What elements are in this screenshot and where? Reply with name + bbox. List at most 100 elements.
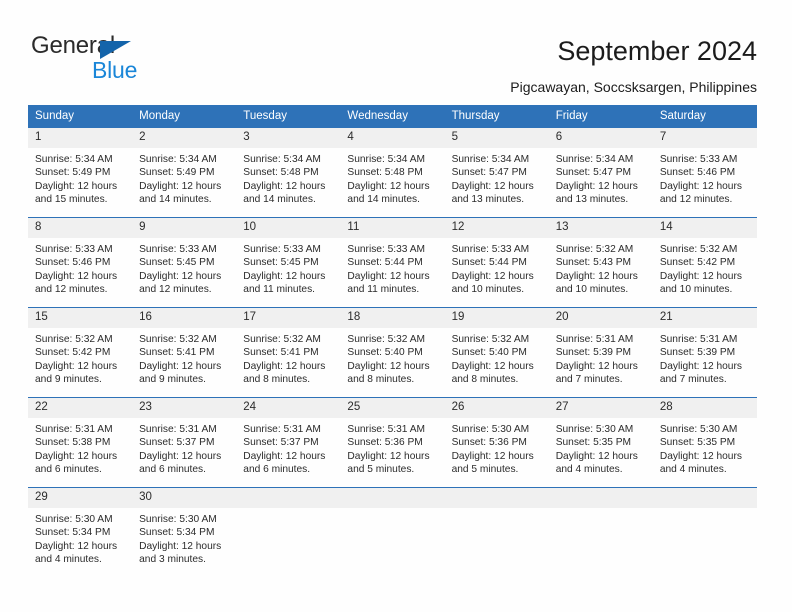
calendar-day-cell[interactable]: 2 Sunrise: 5:34 AM Sunset: 5:49 PM Dayli… — [132, 127, 237, 218]
sunset-text: Sunset: 5:37 PM — [139, 437, 215, 449]
day-number: 28 — [652, 398, 757, 418]
calendar-day-cell[interactable]: 9 Sunrise: 5:33 AM Sunset: 5:45 PM Dayli… — [132, 217, 237, 308]
calendar-week-row: 29 Sunrise: 5:30 AM Sunset: 5:34 PM Dayl… — [28, 487, 757, 577]
sunset-text: Sunset: 5:44 PM — [451, 257, 527, 269]
day-number: 5 — [444, 128, 549, 148]
daylight-text-line1: Daylight: 12 hours — [139, 450, 222, 462]
calendar-day-cell[interactable]: 7 Sunrise: 5:33 AM Sunset: 5:46 PM Dayli… — [652, 127, 757, 218]
day-number: 24 — [236, 398, 341, 418]
calendar-day-cell[interactable]: 23 Sunrise: 5:31 AM Sunset: 5:37 PM Dayl… — [132, 397, 237, 488]
day-info: Sunrise: 5:34 AM Sunset: 5:49 PM Dayligh… — [28, 148, 132, 206]
calendar-week-row: 15 Sunrise: 5:32 AM Sunset: 5:42 PM Dayl… — [28, 307, 757, 398]
sunset-text: Sunset: 5:48 PM — [347, 167, 423, 179]
weekday-header-monday: Monday — [132, 105, 237, 128]
sunset-text: Sunset: 5:45 PM — [139, 257, 215, 269]
sunrise-text: Sunrise: 5:32 AM — [347, 334, 426, 345]
sunrise-text: Sunrise: 5:34 AM — [139, 154, 217, 165]
day-info: Sunrise: 5:32 AM Sunset: 5:42 PM Dayligh… — [653, 238, 757, 296]
sunset-text: Sunset: 5:34 PM — [139, 527, 215, 539]
calendar-day-cell[interactable]: 28 Sunrise: 5:30 AM Sunset: 5:35 PM Dayl… — [652, 397, 757, 488]
calendar-day-cell[interactable]: 24 Sunrise: 5:31 AM Sunset: 5:37 PM Dayl… — [236, 397, 341, 488]
calendar-day-cell-empty — [236, 487, 341, 577]
sunset-text: Sunset: 5:37 PM — [243, 437, 319, 449]
calendar-day-cell[interactable]: 1 Sunrise: 5:34 AM Sunset: 5:49 PM Dayli… — [28, 127, 133, 218]
daylight-text-line2: and 14 minutes. — [139, 193, 212, 205]
calendar-day-cell[interactable]: 25 Sunrise: 5:31 AM Sunset: 5:36 PM Dayl… — [340, 397, 445, 488]
calendar-day-cell[interactable]: 13 Sunrise: 5:32 AM Sunset: 5:43 PM Dayl… — [548, 217, 653, 308]
weekday-header-thursday: Thursday — [444, 105, 549, 128]
calendar-day-cell[interactable]: 29 Sunrise: 5:30 AM Sunset: 5:34 PM Dayl… — [28, 487, 133, 577]
day-number — [548, 488, 653, 508]
day-info: Sunrise: 5:33 AM Sunset: 5:45 PM Dayligh… — [132, 238, 236, 296]
sunrise-text: Sunrise: 5:32 AM — [555, 244, 634, 255]
brand-logo: General Blue — [31, 32, 231, 88]
sunrise-text: Sunrise: 5:30 AM — [451, 424, 530, 435]
day-number: 16 — [132, 308, 237, 328]
calendar-day-cell[interactable]: 30 Sunrise: 5:30 AM Sunset: 5:34 PM Dayl… — [132, 487, 237, 577]
calendar-day-cell[interactable]: 11 Sunrise: 5:33 AM Sunset: 5:44 PM Dayl… — [340, 217, 445, 308]
sunrise-text: Sunrise: 5:31 AM — [243, 424, 321, 435]
daylight-text-line2: and 12 minutes. — [35, 283, 108, 295]
daylight-text-line2: and 5 minutes. — [347, 463, 415, 475]
calendar-day-cell[interactable]: 4 Sunrise: 5:34 AM Sunset: 5:48 PM Dayli… — [340, 127, 445, 218]
day-number — [652, 488, 757, 508]
day-number — [236, 488, 341, 508]
calendar-day-cell[interactable]: 18 Sunrise: 5:32 AM Sunset: 5:40 PM Dayl… — [340, 307, 445, 398]
day-info: Sunrise: 5:30 AM Sunset: 5:35 PM Dayligh… — [653, 418, 757, 476]
daylight-text-line2: and 9 minutes. — [35, 373, 102, 385]
daylight-text-line2: and 3 minutes. — [139, 553, 206, 565]
sunrise-text: Sunrise: 5:33 AM — [659, 154, 738, 165]
calendar-day-cell[interactable]: 15 Sunrise: 5:32 AM Sunset: 5:42 PM Dayl… — [28, 307, 133, 398]
sunset-text: Sunset: 5:36 PM — [347, 437, 423, 449]
sunrise-text: Sunrise: 5:32 AM — [659, 244, 738, 255]
day-info: Sunrise: 5:30 AM Sunset: 5:34 PM Dayligh… — [28, 508, 132, 566]
calendar-day-cell[interactable]: 19 Sunrise: 5:32 AM Sunset: 5:40 PM Dayl… — [444, 307, 549, 398]
page-header: General Blue September 2024 Pigcawayan, … — [0, 0, 792, 100]
daylight-text-line2: and 14 minutes. — [347, 193, 420, 205]
calendar-day-cell[interactable]: 6 Sunrise: 5:34 AM Sunset: 5:47 PM Dayli… — [548, 127, 653, 218]
calendar-day-cell-empty — [340, 487, 445, 577]
daylight-text-line1: Daylight: 12 hours — [659, 360, 742, 372]
daylight-text-line1: Daylight: 12 hours — [347, 270, 430, 282]
calendar-day-cell[interactable]: 22 Sunrise: 5:31 AM Sunset: 5:38 PM Dayl… — [28, 397, 133, 488]
sunset-text: Sunset: 5:46 PM — [659, 167, 736, 179]
sunset-text: Sunset: 5:49 PM — [139, 167, 215, 179]
daylight-text-line2: and 4 minutes. — [659, 463, 727, 475]
sunrise-text: Sunrise: 5:33 AM — [451, 244, 530, 255]
daylight-text-line2: and 8 minutes. — [243, 373, 311, 385]
calendar-day-cell[interactable]: 20 Sunrise: 5:31 AM Sunset: 5:39 PM Dayl… — [548, 307, 653, 398]
calendar-day-cell[interactable]: 26 Sunrise: 5:30 AM Sunset: 5:36 PM Dayl… — [444, 397, 549, 488]
daylight-text-line1: Daylight: 12 hours — [555, 450, 638, 462]
calendar-day-cell[interactable]: 10 Sunrise: 5:33 AM Sunset: 5:45 PM Dayl… — [236, 217, 341, 308]
sunrise-text: Sunrise: 5:31 AM — [555, 334, 634, 345]
calendar-day-cell[interactable]: 16 Sunrise: 5:32 AM Sunset: 5:41 PM Dayl… — [132, 307, 237, 398]
daylight-text-line1: Daylight: 12 hours — [659, 270, 742, 282]
sunset-text: Sunset: 5:41 PM — [243, 347, 319, 359]
sunrise-text: Sunrise: 5:31 AM — [659, 334, 738, 345]
calendar-day-cell[interactable]: 14 Sunrise: 5:32 AM Sunset: 5:42 PM Dayl… — [652, 217, 757, 308]
sunrise-text: Sunrise: 5:30 AM — [555, 424, 634, 435]
day-info: Sunrise: 5:31 AM Sunset: 5:38 PM Dayligh… — [28, 418, 132, 476]
calendar-day-cell[interactable]: 17 Sunrise: 5:32 AM Sunset: 5:41 PM Dayl… — [236, 307, 341, 398]
sunrise-text: Sunrise: 5:32 AM — [243, 334, 321, 345]
weekday-header-friday: Friday — [548, 105, 653, 128]
calendar-day-cell[interactable]: 5 Sunrise: 5:34 AM Sunset: 5:47 PM Dayli… — [444, 127, 549, 218]
day-number: 15 — [28, 308, 133, 328]
calendar-day-cell[interactable]: 8 Sunrise: 5:33 AM Sunset: 5:46 PM Dayli… — [28, 217, 133, 308]
day-info: Sunrise: 5:34 AM Sunset: 5:47 PM Dayligh… — [445, 148, 549, 206]
calendar-day-cell[interactable]: 12 Sunrise: 5:33 AM Sunset: 5:44 PM Dayl… — [444, 217, 549, 308]
calendar-day-cell[interactable]: 27 Sunrise: 5:30 AM Sunset: 5:35 PM Dayl… — [548, 397, 653, 488]
daylight-text-line1: Daylight: 12 hours — [659, 180, 742, 192]
calendar-day-cell[interactable]: 21 Sunrise: 5:31 AM Sunset: 5:39 PM Dayl… — [652, 307, 757, 398]
calendar-day-cell-empty — [444, 487, 549, 577]
day-number: 17 — [236, 308, 341, 328]
calendar-day-cell[interactable]: 3 Sunrise: 5:34 AM Sunset: 5:48 PM Dayli… — [236, 127, 341, 218]
daylight-text-line1: Daylight: 12 hours — [139, 180, 222, 192]
sunset-text: Sunset: 5:39 PM — [555, 347, 632, 359]
day-number: 26 — [444, 398, 549, 418]
day-number: 1 — [28, 128, 133, 148]
calendar-week-row: 8 Sunrise: 5:33 AM Sunset: 5:46 PM Dayli… — [28, 217, 757, 308]
calendar-table: Sunday Monday Tuesday Wednesday Thursday… — [28, 105, 757, 577]
sunrise-text: Sunrise: 5:30 AM — [139, 514, 217, 525]
daylight-text-line2: and 13 minutes. — [451, 193, 525, 205]
